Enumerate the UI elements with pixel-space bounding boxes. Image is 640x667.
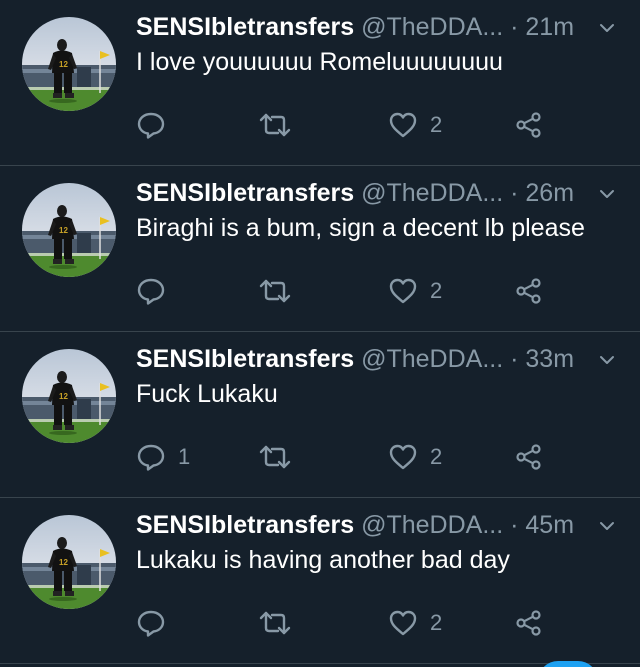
like-button[interactable]: 2 [388, 274, 442, 308]
tweet-actions: 2 [136, 274, 556, 308]
like-button[interactable]: 2 [388, 606, 442, 640]
separator-dot: · [510, 345, 519, 373]
heart-icon [389, 278, 417, 304]
share-icon [516, 444, 541, 470]
avatar[interactable]: 12 [22, 349, 116, 443]
reply-button[interactable] [136, 606, 178, 640]
timestamp[interactable]: 26m [525, 179, 574, 207]
reply-icon [137, 444, 165, 471]
share-button[interactable] [514, 108, 544, 142]
tweet-header: SENSIbletransfers @TheDDA... · 26m [136, 176, 620, 210]
svg-text:12: 12 [59, 558, 68, 567]
retweet-button[interactable] [258, 274, 304, 308]
reply-button[interactable]: 1 [136, 440, 190, 474]
reply-icon [137, 610, 165, 637]
timestamp[interactable]: 45m [525, 511, 574, 539]
separator-dot: · [510, 13, 519, 41]
retweet-icon [259, 445, 291, 469]
share-icon [516, 112, 541, 138]
retweet-icon [259, 611, 291, 635]
chevron-down-icon[interactable] [598, 185, 616, 203]
tweet-actions: 2 [136, 108, 556, 142]
retweet-button[interactable] [258, 108, 304, 142]
avatar-image: 12 [22, 349, 116, 443]
reply-button[interactable] [136, 274, 178, 308]
tweet[interactable]: 12 SENSIbletransfers @TheDDA... · 21m I … [0, 0, 640, 166]
like-count: 2 [430, 278, 443, 303]
tweet[interactable]: 12 SENSIbletransfers @TheDDA... · 45m Lu… [0, 498, 640, 664]
share-button[interactable] [514, 440, 544, 474]
user-handle[interactable]: @TheDDA... [361, 345, 503, 373]
like-count: 2 [430, 444, 443, 469]
like-button[interactable]: 2 [388, 440, 442, 474]
tweet-text: I love youuuuuu Romeluuuuuuuu [136, 48, 503, 76]
avatar[interactable]: 12 [22, 183, 116, 277]
display-name[interactable]: SENSIbletransfers [136, 511, 354, 539]
avatar-image: 12 [22, 515, 116, 609]
tweet-actions: 2 [136, 606, 556, 640]
user-handle[interactable]: @TheDDA... [361, 179, 503, 207]
tweet-text: Biraghi is a bum, sign a decent lb pleas… [136, 214, 585, 242]
heart-icon [389, 112, 417, 138]
tweet-header: SENSIbletransfers @TheDDA... · 33m [136, 342, 620, 376]
like-count: 2 [430, 112, 443, 137]
display-name[interactable]: SENSIbletransfers [136, 345, 354, 373]
share-button[interactable] [514, 274, 544, 308]
like-button[interactable]: 2 [388, 108, 442, 142]
tweet-header: SENSIbletransfers @TheDDA... · 21m [136, 10, 620, 44]
avatar[interactable]: 12 [22, 515, 116, 609]
timestamp[interactable]: 33m [525, 345, 574, 373]
avatar[interactable]: 12 [22, 17, 116, 111]
tweet[interactable]: 12 SENSIbletransfers @TheDDA... · 33m Fu… [0, 332, 640, 498]
separator-dot: · [510, 179, 519, 207]
user-handle[interactable]: @TheDDA... [361, 511, 503, 539]
display-name[interactable]: SENSIbletransfers [136, 179, 354, 207]
retweet-icon [259, 279, 291, 303]
retweet-button[interactable] [258, 440, 304, 474]
reply-icon [137, 278, 165, 305]
timestamp[interactable]: 21m [525, 13, 574, 41]
separator-dot: · [510, 511, 519, 539]
display-name[interactable]: SENSIbletransfers [136, 13, 354, 41]
reply-icon [137, 112, 165, 139]
tweet-actions: 1 2 [136, 440, 556, 474]
avatar-image: 12 [22, 183, 116, 277]
tweet-feed: 12 SENSIbletransfers @TheDDA... · 21m I … [0, 0, 640, 664]
tweet-header: SENSIbletransfers @TheDDA... · 45m [136, 508, 620, 542]
user-handle[interactable]: @TheDDA... [361, 13, 503, 41]
retweet-icon [259, 113, 291, 137]
share-icon [516, 278, 541, 304]
chevron-down-icon[interactable] [598, 19, 616, 37]
reply-count: 1 [178, 444, 191, 469]
retweet-button[interactable] [258, 606, 304, 640]
chevron-down-icon[interactable] [598, 517, 616, 535]
svg-text:12: 12 [59, 226, 68, 235]
tweet-text: Fuck Lukaku [136, 380, 278, 408]
like-count: 2 [430, 610, 443, 635]
chevron-down-icon[interactable] [598, 351, 616, 369]
heart-icon [389, 610, 417, 636]
svg-text:12: 12 [59, 60, 68, 69]
share-button[interactable] [514, 606, 544, 640]
heart-icon [389, 444, 417, 470]
tweet[interactable]: 12 SENSIbletransfers @TheDDA... · 26m Bi… [0, 166, 640, 332]
share-icon [516, 610, 541, 636]
svg-text:12: 12 [59, 392, 68, 401]
tweet-text: Lukaku is having another bad day [136, 546, 510, 574]
reply-button[interactable] [136, 108, 178, 142]
avatar-image: 12 [22, 17, 116, 111]
